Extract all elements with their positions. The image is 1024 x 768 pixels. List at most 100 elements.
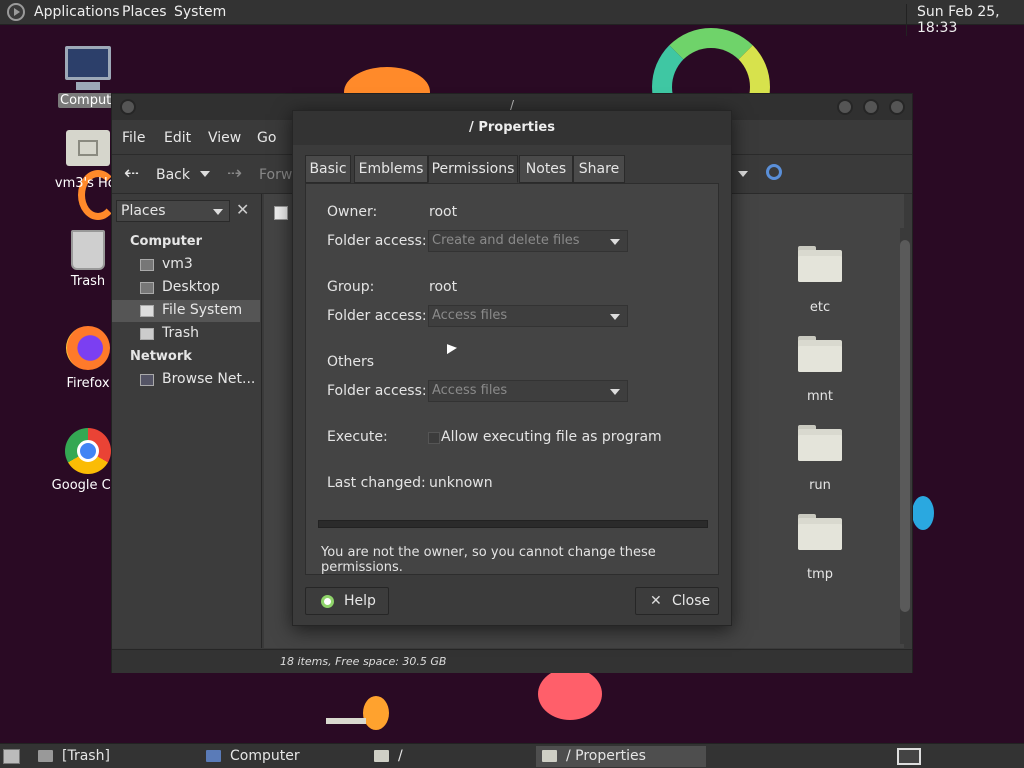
- menu-places[interactable]: Places: [122, 4, 167, 20]
- execute-option-label[interactable]: Allow executing file as program: [441, 429, 662, 445]
- scrollbar[interactable]: [900, 228, 910, 644]
- close-sidebar-icon[interactable]: ✕: [236, 202, 249, 218]
- minimize-button[interactable]: [837, 99, 853, 115]
- group-access-select[interactable]: Access files: [428, 305, 628, 327]
- others-access-select[interactable]: Access files: [428, 380, 628, 402]
- sidebar-item-label: Browse Net...: [162, 371, 256, 387]
- status-bar: 18 items, Free space: 30.5 GB: [112, 649, 912, 673]
- back-history-chevron-icon[interactable]: [200, 171, 210, 177]
- folder-icon: [542, 750, 557, 762]
- close-window-button[interactable]: [889, 99, 905, 115]
- sidebar-item-trash[interactable]: Trash: [112, 323, 260, 345]
- ownership-notice: You are not the owner, so you cannot cha…: [321, 545, 656, 575]
- task-computer[interactable]: Computer: [200, 746, 360, 767]
- sidebar-item-desktop[interactable]: Desktop: [112, 277, 260, 299]
- status-text: 18 items, Free space: 30.5 GB: [280, 655, 447, 668]
- desktop-folder-icon: [140, 282, 154, 294]
- task-label: Computer: [230, 748, 300, 764]
- top-panel: Applications Places System Sun Feb 25, 1…: [0, 0, 1024, 36]
- group-access-label: Folder access:: [327, 308, 427, 324]
- folder-icon: [374, 750, 389, 762]
- tab-notes[interactable]: Notes: [519, 155, 573, 183]
- sidebar-item-vm3[interactable]: vm3: [112, 254, 260, 276]
- menu-edit[interactable]: Edit: [164, 130, 191, 146]
- sidebar-item-label: Desktop: [162, 279, 220, 295]
- menu-system[interactable]: System: [174, 4, 226, 20]
- sidebar-item-file-system[interactable]: File System: [112, 300, 260, 322]
- maximize-button[interactable]: [863, 99, 879, 115]
- places-selector-label: Places: [121, 203, 166, 219]
- tab-permissions[interactable]: Permissions: [428, 155, 518, 183]
- separator-bar: [318, 520, 708, 528]
- workspace-switcher-icon[interactable]: [897, 748, 921, 765]
- folder-label: mnt: [807, 389, 833, 404]
- chevron-down-icon: [610, 239, 620, 245]
- sidebar-item-label: vm3: [162, 256, 193, 272]
- sidebar-item-label: File System: [162, 302, 243, 318]
- owner-access-label: Folder access:: [327, 233, 427, 249]
- menu-view[interactable]: View: [208, 130, 241, 146]
- forward-arrow-icon: ⇢: [227, 163, 243, 184]
- folder-tmp[interactable]: [798, 514, 842, 550]
- home-folder-icon: [66, 130, 110, 166]
- last-changed-label: Last changed:: [327, 475, 426, 491]
- trash-icon: [71, 230, 105, 270]
- group-label: Group:: [327, 279, 375, 295]
- folder-mnt[interactable]: [798, 336, 842, 372]
- folder-partial[interactable]: [326, 718, 366, 724]
- task-label: / Properties: [566, 748, 646, 764]
- places-selector[interactable]: Places: [116, 200, 230, 222]
- clock[interactable]: Sun Feb 25, 18:33: [906, 4, 1024, 36]
- others-access-value: Access files: [432, 383, 508, 398]
- edit-location-icon[interactable]: [274, 206, 288, 220]
- task-root-folder[interactable]: /: [368, 746, 528, 767]
- permissions-panel: Owner: root Folder access: Create and de…: [305, 183, 719, 575]
- computer-icon: [65, 46, 111, 80]
- tab-emblems[interactable]: Emblems: [354, 155, 428, 183]
- task-label: [Trash]: [62, 748, 110, 764]
- back-button[interactable]: Back: [156, 167, 190, 183]
- menu-applications[interactable]: Applications: [34, 4, 120, 20]
- menu-file[interactable]: File: [122, 130, 145, 146]
- owner-access-value: Create and delete files: [432, 233, 580, 248]
- show-desktop-icon[interactable]: [3, 749, 20, 764]
- taskbar: [Trash] Computer / / Properties: [0, 743, 1024, 768]
- sidebar-item-label: Trash: [162, 325, 199, 341]
- properties-dialog: / Properties Basic Emblems Permissions N…: [292, 110, 732, 626]
- back-arrow-icon: ⇠: [124, 163, 140, 184]
- applications-logo-icon[interactable]: [7, 3, 25, 21]
- wallpaper-small-orange-blob: [363, 696, 389, 730]
- dialog-title[interactable]: / Properties: [293, 111, 731, 145]
- menu-go[interactable]: Go: [257, 130, 276, 146]
- view-chevron-icon[interactable]: [738, 171, 748, 177]
- sidebar-item-browse-network[interactable]: Browse Net...: [112, 369, 260, 391]
- owner-value: root: [429, 204, 458, 220]
- task-trash[interactable]: [Trash]: [32, 746, 192, 767]
- search-icon[interactable]: [766, 164, 782, 180]
- last-changed-value: unknown: [429, 475, 493, 491]
- help-lifebuoy-icon: [321, 595, 334, 608]
- tab-basic[interactable]: Basic: [305, 155, 351, 183]
- close-button[interactable]: ✕ Close: [635, 587, 719, 615]
- execute-checkbox[interactable]: [428, 432, 440, 444]
- folder-etc[interactable]: [798, 246, 842, 282]
- network-icon: [140, 374, 154, 386]
- task-label: /: [398, 748, 403, 764]
- task-properties[interactable]: / Properties: [536, 746, 706, 767]
- forward-button[interactable]: Forw: [259, 167, 292, 183]
- others-access-label: Folder access:: [327, 383, 427, 399]
- window-menu-button[interactable]: [120, 99, 136, 115]
- folder-label: etc: [809, 300, 831, 315]
- trash-icon: [140, 328, 154, 340]
- help-button[interactable]: Help: [305, 587, 389, 615]
- owner-access-select[interactable]: Create and delete files: [428, 230, 628, 252]
- sidebar-heading-computer: Computer: [130, 234, 203, 249]
- wallpaper-pink-blob: [538, 668, 602, 720]
- home-icon: [140, 259, 154, 271]
- tab-share[interactable]: Share: [573, 155, 625, 183]
- group-value: root: [429, 279, 458, 295]
- folder-run[interactable]: [798, 425, 842, 461]
- computer-icon: [206, 750, 221, 762]
- scrollbar-thumb[interactable]: [900, 240, 910, 612]
- help-button-label: Help: [344, 593, 376, 609]
